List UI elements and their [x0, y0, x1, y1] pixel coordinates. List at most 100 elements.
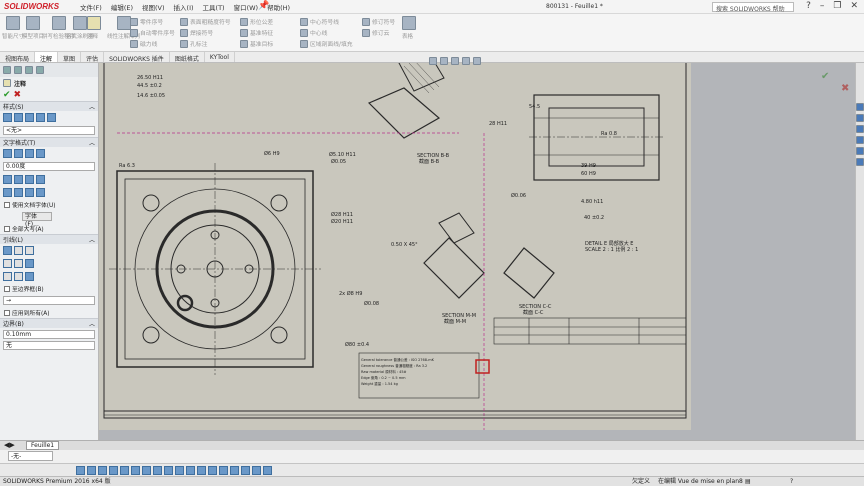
use-doc-font-checkbox[interactable]: 使用文档字体(U)	[0, 199, 98, 210]
font-button[interactable]: 字体(F)...	[22, 212, 52, 228]
add-symbol-icon[interactable]	[25, 175, 34, 184]
all-caps-checkbox[interactable]: 全部大写(A)	[0, 223, 98, 234]
section-a-view[interactable]	[529, 94, 664, 181]
load-style-icon[interactable]	[47, 113, 56, 122]
centerline-button[interactable]: 中心线	[300, 27, 353, 38]
hole-symbol-icon[interactable]	[36, 188, 45, 197]
save-style-icon[interactable]	[36, 113, 45, 122]
align-left-tb-icon[interactable]	[76, 466, 85, 475]
front-view[interactable]	[109, 163, 321, 375]
space-horizontal-icon[interactable]	[120, 466, 129, 475]
pin-icon[interactable]: 📌	[258, 1, 269, 11]
surface-finish-button[interactable]: 表面粗糙度符号	[180, 16, 231, 27]
menu-help[interactable]: 帮助(H)	[267, 2, 290, 12]
border-style-select[interactable]: 无	[3, 341, 95, 350]
tab-kytool[interactable]: KYTool	[205, 52, 235, 62]
align-bottom-tb-icon[interactable]	[109, 466, 118, 475]
leader-all-icon[interactable]	[25, 272, 34, 281]
sheet-tab-feuille1[interactable]: Feuille1	[26, 441, 60, 450]
tables-button[interactable]: 表格	[402, 16, 416, 40]
ok-icon[interactable]: ✔	[3, 90, 11, 100]
close-icon[interactable]: ✕	[850, 1, 858, 11]
border-width-select[interactable]: 0.10mm	[3, 330, 95, 339]
solidworks-logo[interactable]: SOLIDWORKS	[4, 2, 59, 11]
revision-cloud-button[interactable]: 修订云	[362, 27, 395, 38]
previous-view-icon[interactable]	[451, 57, 459, 65]
tab-sheet-format[interactable]: 图纸格式	[170, 52, 205, 63]
config-icon[interactable]	[25, 66, 33, 74]
apply-all-checkbox[interactable]: 应用到所有(A)	[0, 307, 98, 318]
align-right-icon[interactable]	[25, 149, 34, 158]
to-boundary-checkbox[interactable]: 至边界框(B)	[0, 283, 98, 294]
minimize-icon[interactable]: –	[820, 1, 825, 11]
search-input[interactable]: 搜索 SOLIDWORKS 帮助	[712, 2, 794, 13]
leader-none-icon[interactable]	[14, 246, 23, 255]
view-palette-icon[interactable]	[856, 136, 864, 144]
leader-section-header[interactable]: 引线(L) ︿	[0, 234, 98, 244]
menu-window[interactable]: 窗口(W)	[234, 2, 259, 12]
display-style-icon[interactable]	[462, 57, 470, 65]
layer-icon[interactable]	[230, 466, 239, 475]
appearances-icon[interactable]	[856, 147, 864, 155]
lock-note-icon[interactable]	[36, 175, 45, 184]
confirm-corner-ok-icon[interactable]: ✔	[821, 71, 829, 82]
tab-sketch[interactable]: 草图	[58, 52, 82, 63]
feature-tree-icon[interactable]	[3, 66, 11, 74]
datum-button[interactable]: 基准特征	[240, 27, 273, 38]
gtol-symbol-icon[interactable]	[3, 188, 12, 197]
leader-right-icon[interactable]	[14, 272, 23, 281]
surface-symbol-icon[interactable]	[14, 188, 23, 197]
border-section-header[interactable]: 边界(B) ︿	[0, 318, 98, 328]
center-horizontal-icon[interactable]	[142, 466, 151, 475]
restore-icon[interactable]: ❐	[833, 1, 841, 11]
menu-view[interactable]: 视图(V)	[142, 2, 165, 12]
insert-link-icon[interactable]	[3, 175, 12, 184]
style-section-header[interactable]: 样式(S) ︿	[0, 101, 98, 111]
align-right-tb-icon[interactable]	[87, 466, 96, 475]
tab-view-layout[interactable]: 视图布局	[0, 52, 36, 63]
tab-annotation[interactable]: 注解	[35, 52, 59, 63]
menu-file[interactable]: 文件(F)	[80, 2, 102, 12]
link-property-icon[interactable]	[14, 175, 23, 184]
collinear-icon[interactable]	[186, 466, 195, 475]
leader-nearest-icon[interactable]	[25, 259, 34, 268]
section-mm-view[interactable]	[423, 212, 485, 299]
justify-icon[interactable]	[36, 149, 45, 158]
ungroup-icon[interactable]	[175, 466, 184, 475]
align-center-icon[interactable]	[14, 149, 23, 158]
magnetic-line-button[interactable]: 磁力线	[130, 38, 175, 49]
tight-space-icon[interactable]	[197, 466, 206, 475]
selected-note-box[interactable]	[475, 359, 490, 374]
section-cc-view[interactable]	[503, 247, 555, 299]
leader-bent-icon[interactable]	[3, 259, 12, 268]
leader-underline-icon[interactable]	[14, 259, 23, 268]
center-vertical-icon[interactable]	[153, 466, 162, 475]
gtol-button[interactable]: 形位公差	[240, 16, 273, 27]
hole-callout-button[interactable]: 孔标注	[180, 38, 231, 49]
line-thickness-icon[interactable]	[252, 466, 261, 475]
layer-select[interactable]: -无-	[8, 451, 53, 461]
line-style-icon[interactable]	[263, 466, 272, 475]
leader-straight-icon[interactable]	[25, 246, 34, 255]
area-hatch-button[interactable]: 区域剖面线/填充	[300, 38, 353, 49]
custom-properties-icon[interactable]	[856, 158, 864, 166]
drawing-sheet[interactable]: SECTION B-B 截面 B-B SECTION M-M 截面 M-M SE…	[99, 52, 691, 438]
custom-unit[interactable]: ▤	[745, 477, 751, 486]
leader-auto-icon[interactable]	[3, 246, 12, 255]
text-format-section-header[interactable]: 文字格式(T) ︿	[0, 137, 98, 147]
update-style-icon[interactable]	[14, 113, 23, 122]
align-top-tb-icon[interactable]	[98, 466, 107, 475]
line-color-icon[interactable]	[241, 466, 250, 475]
menu-tools[interactable]: 工具(T)	[203, 2, 225, 12]
resources-icon[interactable]	[856, 103, 864, 111]
graphics-area[interactable]: SECTION B-B 截面 B-B SECTION M-M 截面 M-M SE…	[99, 52, 864, 440]
add-style-icon[interactable]	[3, 113, 12, 122]
weld-symbol-icon[interactable]	[25, 188, 34, 197]
sheet-nav-icon[interactable]: ◀▶	[4, 441, 15, 449]
cancel-icon[interactable]: ✖	[14, 90, 22, 100]
revision-symbol-button[interactable]: 修订符号	[362, 16, 395, 27]
datum-target-button[interactable]: 基准目标	[240, 38, 273, 49]
center-mark-button[interactable]: 中心符号线	[300, 16, 353, 27]
zoom-fit-icon[interactable]	[429, 57, 437, 65]
confirm-corner-cancel-icon[interactable]: ✖	[841, 83, 849, 94]
